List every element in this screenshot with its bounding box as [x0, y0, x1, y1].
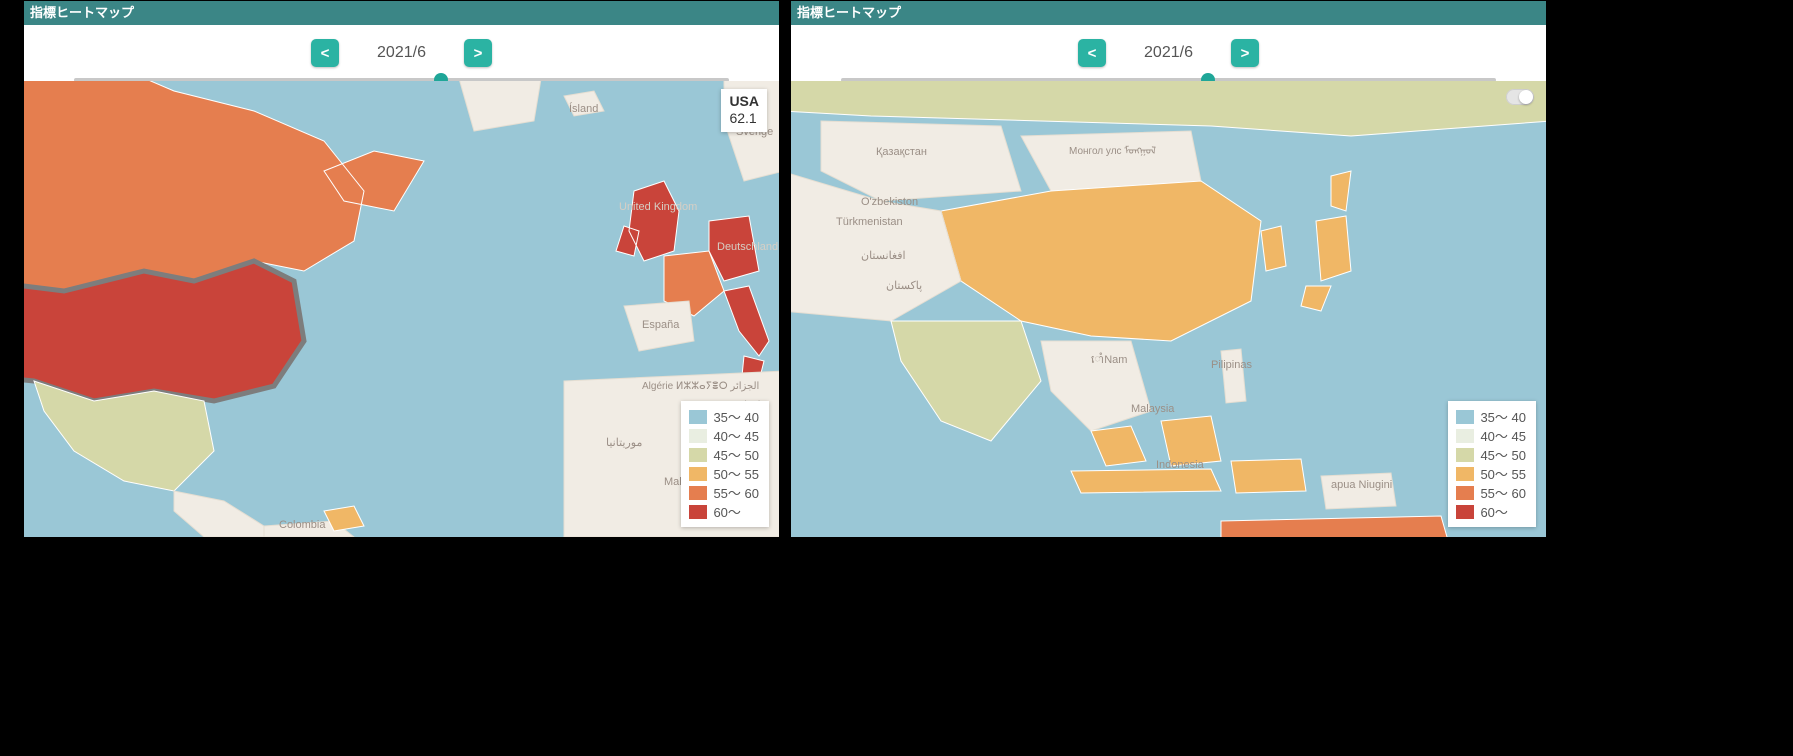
date-control-bar: < 2021/6 >	[24, 25, 779, 81]
legend-label: 60～	[713, 502, 740, 521]
legend-swatch	[689, 486, 707, 500]
legend-swatch	[1456, 486, 1474, 500]
stage: 指標ヒートマップ < 2021/6 >	[0, 0, 1793, 756]
legend-swatch	[1456, 467, 1474, 481]
legend-left: 35～ 40 40～ 45 45～ 50 50～ 55 55～ 60 60～	[681, 401, 769, 527]
map-right[interactable]: Қазақстан Монгол улс ᠮᠣᠩᠭᠣᠯ O'zbekiston …	[791, 81, 1546, 537]
legend-swatch	[1456, 448, 1474, 462]
map-tooltip: USA 62.1	[721, 89, 767, 132]
next-button[interactable]: >	[464, 39, 492, 67]
date-label: 2021/6	[377, 44, 426, 62]
map-left[interactable]: Ísland Norge Sverige United Kingdom Deut…	[24, 81, 779, 537]
legend-label: 35～ 40	[713, 407, 759, 426]
country-italy[interactable]	[724, 286, 769, 381]
legend-row: 40～ 45	[689, 426, 759, 445]
country-greenland[interactable]	[454, 81, 544, 131]
tooltip-value: 62.1	[729, 110, 759, 127]
country-spain[interactable]	[624, 301, 694, 351]
toggle-knob[interactable]	[1519, 90, 1533, 104]
country-japan[interactable]	[1301, 171, 1351, 311]
legend-label: 55～ 60	[1480, 483, 1526, 502]
country-mexico[interactable]	[34, 381, 214, 491]
country-canada[interactable]	[24, 81, 424, 291]
header-title-left: 指標ヒートマップ	[24, 1, 779, 25]
legend-row: 50～ 55	[689, 464, 759, 483]
country-uk[interactable]	[616, 181, 679, 261]
prev-button[interactable]: <	[311, 39, 339, 67]
header-title-right: 指標ヒートマップ	[791, 1, 1546, 25]
legend-label: 50～ 55	[1480, 464, 1526, 483]
date-control-bar: < 2021/6 >	[791, 25, 1546, 81]
country-mongolia[interactable]	[1021, 131, 1201, 191]
prev-button[interactable]: <	[1078, 39, 1106, 67]
map-svg-right	[791, 81, 1546, 537]
tooltip-name: USA	[729, 93, 759, 110]
legend-row: 50～ 55	[1456, 464, 1526, 483]
country-sea[interactable]	[1041, 341, 1151, 431]
country-india[interactable]	[891, 321, 1041, 441]
country-png[interactable]	[1321, 473, 1396, 509]
legend-row: 55～ 60	[1456, 483, 1526, 502]
country-china[interactable]	[941, 181, 1261, 341]
legend-swatch	[689, 410, 707, 424]
country-philippines[interactable]	[1221, 349, 1246, 403]
legend-label: 40～ 45	[713, 426, 759, 445]
legend-right: 35～ 40 40～ 45 45～ 50 50～ 55 55～ 60 60～	[1448, 401, 1536, 527]
country-kazakhstan[interactable]	[821, 121, 1021, 201]
legend-swatch	[1456, 429, 1474, 443]
legend-swatch	[689, 448, 707, 462]
next-button[interactable]: >	[1231, 39, 1259, 67]
legend-row: 45～ 50	[689, 445, 759, 464]
legend-label: 40～ 45	[1480, 426, 1526, 445]
country-korea[interactable]	[1261, 226, 1286, 271]
country-iceland[interactable]	[564, 91, 604, 116]
legend-row: 35～ 40	[689, 407, 759, 426]
legend-row: 55～ 60	[689, 483, 759, 502]
legend-row: 60～	[689, 502, 759, 521]
country-australia[interactable]	[1221, 516, 1451, 537]
legend-swatch	[1456, 505, 1474, 519]
map-toggle[interactable]	[1506, 89, 1534, 105]
legend-swatch	[1456, 410, 1474, 424]
legend-row: 40～ 45	[1456, 426, 1526, 445]
legend-label: 60～	[1480, 502, 1507, 521]
legend-swatch	[689, 505, 707, 519]
map-svg-left	[24, 81, 779, 537]
panel-right: 指標ヒートマップ < 2021/6 >	[790, 0, 1547, 538]
legend-label: 35～ 40	[1480, 407, 1526, 426]
legend-swatch	[689, 467, 707, 481]
legend-row: 45～ 50	[1456, 445, 1526, 464]
legend-label: 50～ 55	[713, 464, 759, 483]
legend-row: 60～	[1456, 502, 1526, 521]
legend-swatch	[689, 429, 707, 443]
legend-label: 45～ 50	[713, 445, 759, 464]
legend-label: 45～ 50	[1480, 445, 1526, 464]
panel-left: 指標ヒートマップ < 2021/6 >	[23, 0, 780, 538]
legend-label: 55～ 60	[713, 483, 759, 502]
date-label: 2021/6	[1144, 44, 1193, 62]
legend-row: 35～ 40	[1456, 407, 1526, 426]
